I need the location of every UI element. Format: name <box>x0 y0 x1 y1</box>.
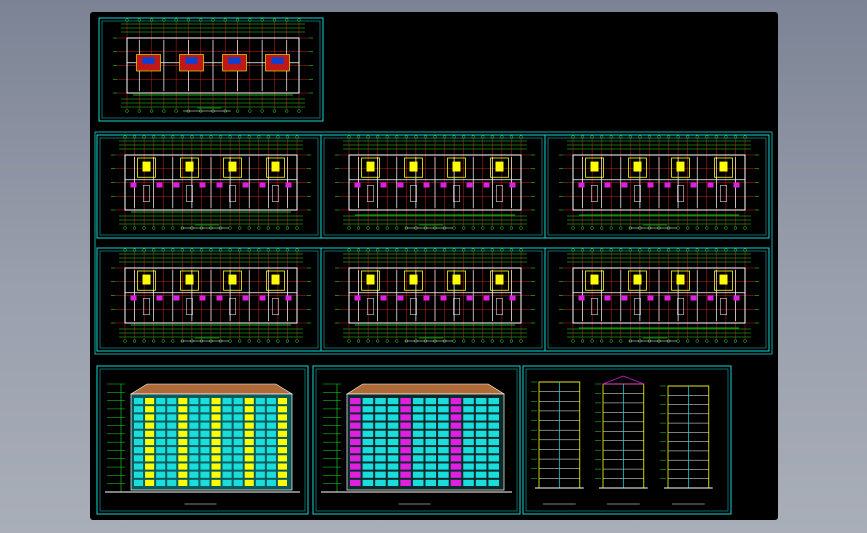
drawing-sheet-sections[interactable] <box>522 365 732 515</box>
drawing-sheet-floor-plan-5[interactable] <box>320 247 546 352</box>
drawing-sheet-floor-plan-3[interactable] <box>544 134 770 239</box>
drawing-sheet-site-plan[interactable] <box>98 17 324 122</box>
drawing-sheet-floor-plan-1[interactable] <box>96 134 322 239</box>
cad-sheet-layout[interactable] <box>0 0 867 533</box>
drawing-sheet-floor-plan-2[interactable] <box>320 134 546 239</box>
drawing-sheet-floor-plan-6[interactable] <box>544 247 770 352</box>
drawing-sheet-rear-elevation[interactable] <box>312 365 521 515</box>
drawing-sheet-floor-plan-4[interactable] <box>96 247 322 352</box>
floor-plan-group-border <box>94 131 773 355</box>
drawing-sheet-front-elevation[interactable] <box>96 365 309 515</box>
